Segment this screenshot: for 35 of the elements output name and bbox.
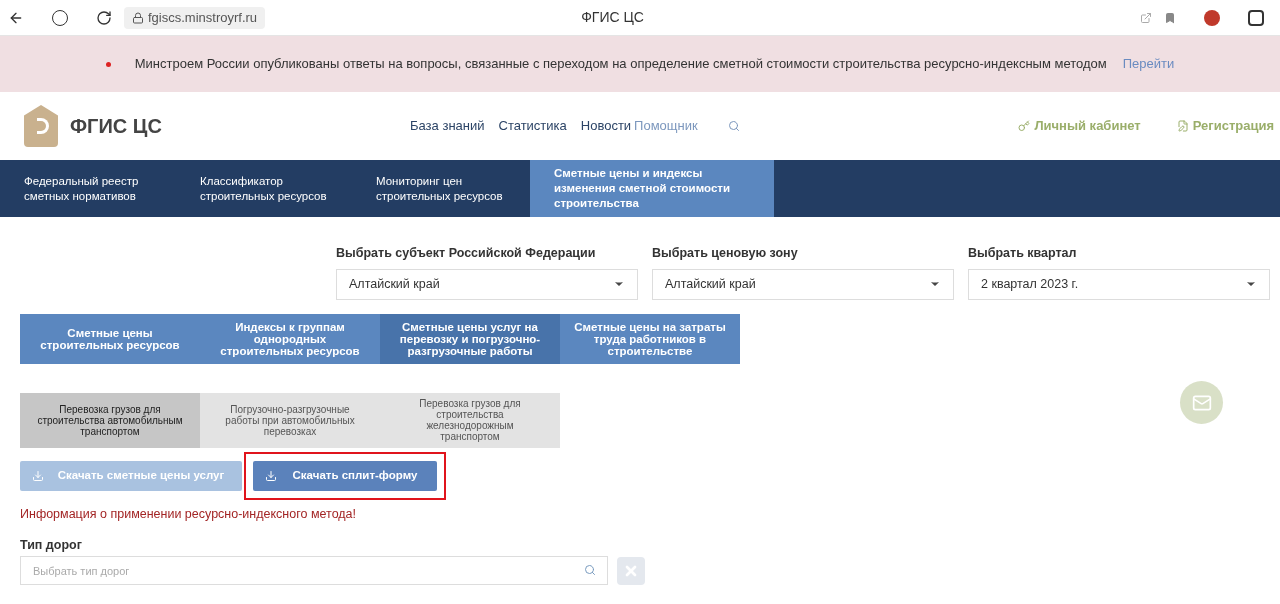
lock-icon bbox=[132, 11, 144, 24]
reload-icon[interactable] bbox=[96, 9, 112, 26]
search-icon[interactable] bbox=[727, 120, 740, 132]
url-text: fgiscs.minstroyrf.ru bbox=[148, 8, 258, 27]
announcement-text: Минстроем России опубликованы ответы на вопросы, связанные с переходом на определение сметной стоимости строительства ресурсно-индексным методом bbox=[134, 55, 1107, 74]
filter-select[interactable]: Алтайский край bbox=[652, 268, 954, 300]
site-logo[interactable]: ФГИС ЦС bbox=[70, 111, 400, 141]
subtab[interactable]: Перевозка грузов для строительства автомобильным транспортом bbox=[20, 392, 200, 448]
road-type-label: Тип дорог bbox=[20, 536, 83, 554]
download-button[interactable]: Скачать сплит-форму bbox=[253, 460, 437, 491]
filter-select[interactable]: Алтайский край bbox=[336, 268, 638, 300]
bullet-icon bbox=[105, 61, 111, 67]
page-title: ФГИС ЦС bbox=[580, 8, 645, 27]
share-icon[interactable] bbox=[1140, 11, 1152, 24]
filter-label: Выбрать субъект Российской Федерации bbox=[336, 245, 597, 262]
nav-tab[interactable]: Федеральный реестр сметных нормативов bbox=[0, 160, 176, 217]
download-icon bbox=[32, 469, 44, 482]
road-type-field[interactable]: Выбрать тип дорог bbox=[20, 556, 608, 586]
key-icon bbox=[1018, 120, 1031, 132]
download-icon bbox=[265, 469, 277, 482]
search-icon[interactable] bbox=[584, 564, 596, 577]
nav-tab[interactable]: Мониторинг цен строительных ресурсов bbox=[352, 160, 528, 217]
bookmark-icon[interactable] bbox=[1164, 11, 1176, 24]
nav-tab[interactable]: Сметные цены и индексы изменения сметной стоимости строительства bbox=[530, 160, 774, 217]
filter-label: Выбрать ценовую зону bbox=[652, 245, 799, 262]
form-edit-icon bbox=[1176, 120, 1189, 132]
address-field[interactable]: fgiscs.minstroyrf.ru bbox=[124, 6, 266, 29]
nav-tab[interactable]: Классификатор строительных ресурсов bbox=[176, 160, 352, 217]
info-link[interactable]: Информация о применении ресурсно-индексного метода! bbox=[20, 504, 1280, 524]
category-tab[interactable]: Сметные цены услуг на перевозку и погрузочно-разгрузочные работы bbox=[380, 313, 560, 364]
header-link[interactable]: Новости bbox=[580, 116, 632, 136]
filter-label: Выбрать квартал bbox=[968, 245, 1078, 262]
filter-select[interactable]: 2 квартал 2023 г. bbox=[968, 268, 1270, 300]
header-link[interactable]: Статистика bbox=[498, 116, 567, 136]
header-link[interactable]: База знаний bbox=[410, 116, 485, 136]
